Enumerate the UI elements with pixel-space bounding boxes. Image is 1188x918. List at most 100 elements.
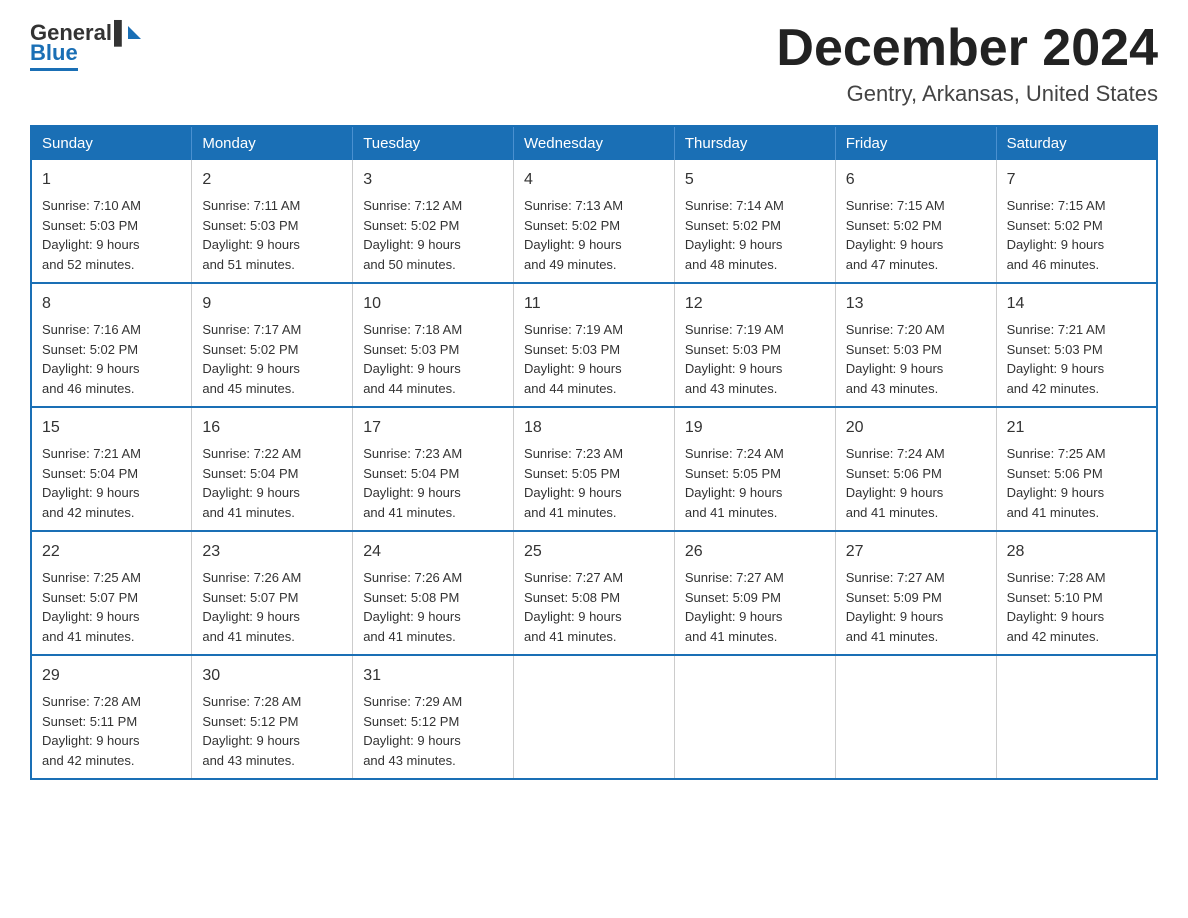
day-daylight: Daylight: 9 hours bbox=[202, 609, 300, 624]
day-number: 25 bbox=[524, 540, 664, 564]
calendar-cell: 1 Sunrise: 7:10 AM Sunset: 5:03 PM Dayli… bbox=[31, 160, 192, 283]
day-number: 4 bbox=[524, 168, 664, 192]
day-sunset: Sunset: 5:04 PM bbox=[42, 466, 138, 481]
day-daylight: Daylight: 9 hours bbox=[363, 485, 461, 500]
day-daylight: Daylight: 9 hours bbox=[1007, 237, 1105, 252]
day-number: 27 bbox=[846, 540, 986, 564]
day-sunrise: Sunrise: 7:27 AM bbox=[524, 570, 623, 585]
day-number: 5 bbox=[685, 168, 825, 192]
day-sunset: Sunset: 5:06 PM bbox=[846, 466, 942, 481]
day-sunrise: Sunrise: 7:28 AM bbox=[42, 694, 141, 709]
day-daylight-cont: and 44 minutes. bbox=[363, 381, 456, 396]
calendar-cell: 6 Sunrise: 7:15 AM Sunset: 5:02 PM Dayli… bbox=[835, 160, 996, 283]
day-number: 9 bbox=[202, 292, 342, 316]
day-number: 29 bbox=[42, 664, 181, 688]
day-number: 19 bbox=[685, 416, 825, 440]
day-sunrise: Sunrise: 7:27 AM bbox=[846, 570, 945, 585]
day-number: 10 bbox=[363, 292, 503, 316]
day-daylight-cont: and 42 minutes. bbox=[42, 505, 135, 520]
day-number: 31 bbox=[363, 664, 503, 688]
day-daylight: Daylight: 9 hours bbox=[42, 733, 140, 748]
day-daylight-cont: and 50 minutes. bbox=[363, 257, 456, 272]
day-sunset: Sunset: 5:03 PM bbox=[42, 218, 138, 233]
day-sunrise: Sunrise: 7:15 AM bbox=[846, 198, 945, 213]
day-daylight: Daylight: 9 hours bbox=[202, 485, 300, 500]
calendar-cell: 11 Sunrise: 7:19 AM Sunset: 5:03 PM Dayl… bbox=[514, 283, 675, 407]
day-sunset: Sunset: 5:03 PM bbox=[363, 342, 459, 357]
day-sunrise: Sunrise: 7:12 AM bbox=[363, 198, 462, 213]
day-sunrise: Sunrise: 7:11 AM bbox=[202, 198, 300, 213]
day-sunset: Sunset: 5:02 PM bbox=[42, 342, 138, 357]
logo-blue-text: Blue bbox=[30, 40, 78, 71]
day-sunset: Sunset: 5:04 PM bbox=[202, 466, 298, 481]
day-sunset: Sunset: 5:05 PM bbox=[685, 466, 781, 481]
day-number: 8 bbox=[42, 292, 181, 316]
day-sunrise: Sunrise: 7:21 AM bbox=[42, 446, 141, 461]
day-daylight: Daylight: 9 hours bbox=[42, 237, 140, 252]
day-number: 3 bbox=[363, 168, 503, 192]
day-daylight: Daylight: 9 hours bbox=[524, 485, 622, 500]
day-daylight-cont: and 41 minutes. bbox=[42, 629, 135, 644]
day-daylight-cont: and 43 minutes. bbox=[685, 381, 778, 396]
day-daylight-cont: and 41 minutes. bbox=[524, 505, 617, 520]
logo: General ▌ Blue bbox=[30, 20, 141, 71]
day-number: 28 bbox=[1007, 540, 1146, 564]
day-sunrise: Sunrise: 7:25 AM bbox=[42, 570, 141, 585]
calendar-cell: 7 Sunrise: 7:15 AM Sunset: 5:02 PM Dayli… bbox=[996, 160, 1157, 283]
day-sunset: Sunset: 5:04 PM bbox=[363, 466, 459, 481]
day-daylight: Daylight: 9 hours bbox=[202, 361, 300, 376]
calendar-week-row: 8 Sunrise: 7:16 AM Sunset: 5:02 PM Dayli… bbox=[31, 283, 1157, 407]
day-daylight-cont: and 41 minutes. bbox=[524, 629, 617, 644]
day-sunset: Sunset: 5:12 PM bbox=[363, 714, 459, 729]
weekday-header-sunday: Sunday bbox=[31, 126, 192, 160]
location-subtitle: Gentry, Arkansas, United States bbox=[776, 81, 1158, 107]
calendar-cell: 14 Sunrise: 7:21 AM Sunset: 5:03 PM Dayl… bbox=[996, 283, 1157, 407]
day-daylight-cont: and 47 minutes. bbox=[846, 257, 939, 272]
day-sunrise: Sunrise: 7:18 AM bbox=[363, 322, 462, 337]
day-sunrise: Sunrise: 7:26 AM bbox=[363, 570, 462, 585]
day-daylight: Daylight: 9 hours bbox=[363, 609, 461, 624]
day-sunrise: Sunrise: 7:26 AM bbox=[202, 570, 301, 585]
day-daylight: Daylight: 9 hours bbox=[685, 609, 783, 624]
day-sunset: Sunset: 5:02 PM bbox=[202, 342, 298, 357]
day-daylight-cont: and 52 minutes. bbox=[42, 257, 135, 272]
day-daylight: Daylight: 9 hours bbox=[524, 361, 622, 376]
day-sunrise: Sunrise: 7:28 AM bbox=[202, 694, 301, 709]
calendar-cell bbox=[674, 655, 835, 779]
day-sunset: Sunset: 5:11 PM bbox=[42, 714, 137, 729]
calendar-cell: 20 Sunrise: 7:24 AM Sunset: 5:06 PM Dayl… bbox=[835, 407, 996, 531]
day-daylight-cont: and 41 minutes. bbox=[363, 629, 456, 644]
calendar-cell: 22 Sunrise: 7:25 AM Sunset: 5:07 PM Dayl… bbox=[31, 531, 192, 655]
day-number: 21 bbox=[1007, 416, 1146, 440]
calendar-cell: 9 Sunrise: 7:17 AM Sunset: 5:02 PM Dayli… bbox=[192, 283, 353, 407]
day-number: 30 bbox=[202, 664, 342, 688]
calendar-week-row: 1 Sunrise: 7:10 AM Sunset: 5:03 PM Dayli… bbox=[31, 160, 1157, 283]
day-sunrise: Sunrise: 7:25 AM bbox=[1007, 446, 1106, 461]
day-sunset: Sunset: 5:12 PM bbox=[202, 714, 298, 729]
day-daylight-cont: and 43 minutes. bbox=[363, 753, 456, 768]
day-daylight-cont: and 41 minutes. bbox=[685, 629, 778, 644]
day-daylight-cont: and 41 minutes. bbox=[846, 629, 939, 644]
weekday-header-thursday: Thursday bbox=[674, 126, 835, 160]
day-daylight: Daylight: 9 hours bbox=[1007, 485, 1105, 500]
day-daylight-cont: and 41 minutes. bbox=[1007, 505, 1100, 520]
day-daylight-cont: and 46 minutes. bbox=[1007, 257, 1100, 272]
day-number: 22 bbox=[42, 540, 181, 564]
day-sunset: Sunset: 5:08 PM bbox=[524, 590, 620, 605]
day-daylight: Daylight: 9 hours bbox=[685, 361, 783, 376]
day-daylight: Daylight: 9 hours bbox=[42, 485, 140, 500]
day-daylight: Daylight: 9 hours bbox=[1007, 609, 1105, 624]
day-sunset: Sunset: 5:09 PM bbox=[685, 590, 781, 605]
day-sunset: Sunset: 5:07 PM bbox=[42, 590, 138, 605]
day-daylight: Daylight: 9 hours bbox=[524, 237, 622, 252]
day-daylight-cont: and 46 minutes. bbox=[42, 381, 135, 396]
day-daylight: Daylight: 9 hours bbox=[363, 237, 461, 252]
calendar-cell: 30 Sunrise: 7:28 AM Sunset: 5:12 PM Dayl… bbox=[192, 655, 353, 779]
day-sunrise: Sunrise: 7:19 AM bbox=[685, 322, 784, 337]
day-sunrise: Sunrise: 7:17 AM bbox=[202, 322, 301, 337]
day-number: 23 bbox=[202, 540, 342, 564]
weekday-header-friday: Friday bbox=[835, 126, 996, 160]
day-daylight: Daylight: 9 hours bbox=[846, 361, 944, 376]
day-sunset: Sunset: 5:02 PM bbox=[363, 218, 459, 233]
calendar-week-row: 29 Sunrise: 7:28 AM Sunset: 5:11 PM Dayl… bbox=[31, 655, 1157, 779]
